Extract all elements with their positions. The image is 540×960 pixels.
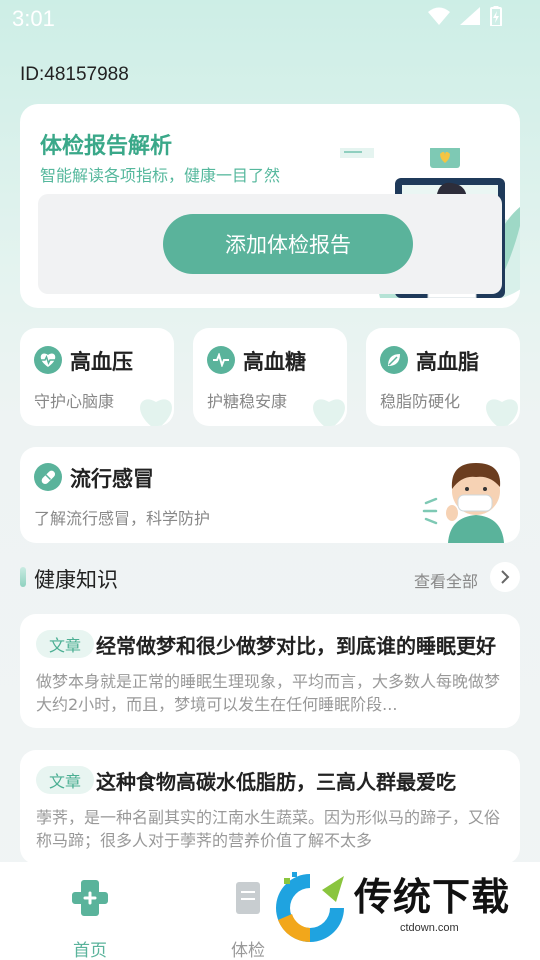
chevron-right-icon[interactable] [490, 562, 520, 592]
watermark: 传统下载 ctdown.com [268, 862, 540, 960]
article-body: 荸荠，是一种名副其实的江南水生蔬菜。因为形似马的蹄子，又俗称马蹄；很多人对于荸荠… [36, 808, 501, 850]
nav-item-home[interactable]: 首页 [30, 870, 150, 960]
category-hypertension[interactable]: 高血压 守护心脑康 [20, 328, 174, 426]
category-title: 高血糖 [243, 350, 306, 374]
user-id: ID:48157988 [20, 64, 129, 85]
pill-icon [34, 463, 62, 491]
flu-subtitle: 了解流行感冒，科学防护 [34, 509, 211, 528]
category-subtitle: 守护心脑康 [34, 392, 115, 411]
section-accent-bar [20, 567, 26, 587]
nav-label: 首页 [73, 941, 107, 960]
wifi-icon [428, 7, 450, 25]
battery-icon [490, 6, 502, 26]
status-time: 3:01 [12, 6, 55, 31]
flu-card[interactable]: 流行感冒 了解流行感冒，科学防护 [20, 447, 520, 543]
heart-deco-icon [140, 399, 172, 426]
flu-title: 流行感冒 [70, 467, 154, 491]
article-card[interactable]: 文章 经常做梦和很少做梦对比，到底谁的睡眠更好 做梦本身就是正常的睡眠生理现象，… [20, 614, 520, 728]
heart-deco-icon [313, 399, 345, 426]
home-cross-icon [72, 880, 108, 916]
report-subtitle: 智能解读各项指标，健康一目了然 [40, 166, 281, 185]
watermark-url: ctdown.com [400, 922, 459, 934]
report-card: 体检报告解析 智能解读各项指标，健康一目了然 添加体检报告 [20, 104, 520, 308]
article-tag: 文章 [36, 766, 94, 794]
category-subtitle: 护糖稳安康 [207, 392, 288, 411]
category-subtitle: 稳脂防硬化 [380, 392, 461, 411]
category-title: 高血压 [70, 350, 133, 374]
report-upload-area: 添加体检报告 [38, 194, 502, 294]
view-all-link[interactable]: 查看全部 [414, 568, 478, 592]
category-hyperglycemia[interactable]: 高血糖 护糖稳安康 [193, 328, 347, 426]
watermark-logo-icon [276, 872, 344, 943]
category-hyperlipidemia[interactable]: 高血脂 稳脂防硬化 [366, 328, 520, 426]
report-title: 体检报告解析 [40, 134, 173, 159]
sick-child-illustration [422, 463, 504, 543]
watermark-brand: 传统下载 [354, 875, 511, 919]
article-body: 做梦本身就是正常的睡眠生理现象，平均而言，大多数人每晚做梦大约2小时，而且，梦境… [36, 672, 501, 714]
status-icons [428, 6, 502, 26]
pulse-icon [207, 346, 235, 374]
article-card[interactable]: 文章 这种食物高碳水低脂肪，三高人群最爱吃 荸荠，是一种名副其实的江南水生蔬菜。… [20, 750, 520, 864]
article-title: 这种食物高碳水低脂肪，三高人群最爱吃 [96, 770, 456, 794]
section-title: 健康知识 [34, 568, 118, 592]
status-bar: 3:01 [0, 0, 540, 40]
article-tag: 文章 [36, 630, 94, 658]
health-knowledge-header: 健康知识 查看全部 [20, 562, 520, 594]
article-title: 经常做梦和很少做梦对比，到底谁的睡眠更好 [96, 634, 496, 658]
heart-pulse-icon [34, 346, 62, 374]
report-icon [236, 882, 260, 914]
add-report-button[interactable]: 添加体检报告 [163, 214, 413, 274]
signal-icon [460, 7, 480, 25]
category-title: 高血脂 [416, 350, 479, 374]
heart-deco-icon [486, 399, 518, 426]
leaf-icon [380, 346, 408, 374]
